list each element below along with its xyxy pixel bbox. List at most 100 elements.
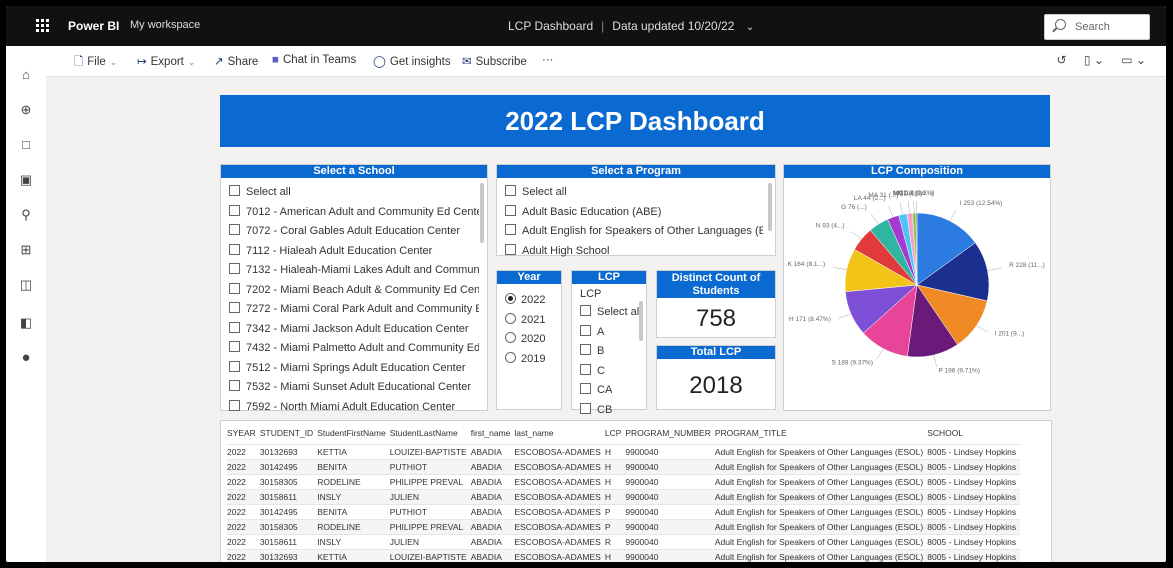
table-row[interactable]: 2022 30158611 INSLY JULIEN ABADIA ESCOBOSA-AD…	[227, 489, 1021, 505]
search-icon	[1055, 19, 1066, 30]
checkbox[interactable]	[229, 185, 240, 196]
report-header[interactable]: LCP Dashboard | Data updated 10/20/22 ⌄	[508, 19, 754, 33]
table-row[interactable]: 2022 30132693 KETTIA LOUIZEI-BAPTISTE ABADIA…	[227, 444, 1021, 460]
app-launcher-icon[interactable]	[36, 19, 50, 33]
subscribe-button[interactable]: ✉ Subscribe	[462, 54, 527, 68]
checkbox[interactable]	[505, 204, 516, 216]
app-name[interactable]: Power BI	[68, 19, 119, 33]
my-workspace-icon[interactable]: ●	[19, 350, 33, 365]
school-option[interactable]: 7432 - Miami Palmetto Adult and Communit…	[229, 341, 479, 354]
lcp-option[interactable]: CB	[580, 402, 612, 416]
school-option[interactable]: 7272 - Miami Coral Park Adult and Commun…	[229, 302, 479, 315]
checkbox[interactable]	[505, 243, 516, 255]
column-header[interactable]: first_name	[471, 425, 515, 445]
checkbox[interactable]	[580, 324, 591, 336]
program-option[interactable]: Adult High School	[505, 243, 763, 257]
datahub-icon[interactable]: ▣	[19, 173, 33, 187]
checkbox[interactable]	[505, 185, 516, 196]
program-option[interactable]: Select all	[505, 185, 763, 198]
create-icon[interactable]: ⊕	[19, 103, 33, 117]
radio-button[interactable]	[505, 332, 516, 343]
lcp-option[interactable]: B	[580, 344, 604, 357]
lcp-option[interactable]: Select all	[580, 305, 642, 318]
checkbox[interactable]	[229, 341, 240, 352]
radio-button[interactable]	[505, 293, 516, 304]
table-row[interactable]: 2022 30142495 BENITA PUTHIOT ABADIA ESCOBOSA-…	[227, 504, 1021, 520]
learn-icon[interactable]: ◫	[19, 278, 33, 292]
browse-icon[interactable]: □	[19, 138, 33, 152]
workspace-link[interactable]: My workspace	[130, 19, 200, 31]
year-option[interactable]: 2019	[505, 351, 545, 365]
get-insights-button[interactable]: ◯ Get insights	[373, 54, 451, 68]
search-input[interactable]: Search	[1044, 14, 1150, 40]
scrollbar[interactable]	[768, 183, 772, 231]
table-row[interactable]: 2022 30158611 INSLY JULIEN ABADIA ESCOBOSA-AD…	[227, 534, 1021, 550]
radio-button[interactable]	[505, 312, 516, 324]
table-cell: H	[604, 489, 626, 505]
year-option[interactable]: 2021	[505, 312, 545, 326]
export-menu-button[interactable]: ↦ Export ⌄	[137, 54, 195, 68]
metrics-icon[interactable]: ⚲	[19, 208, 33, 222]
radio-button[interactable]	[505, 351, 516, 363]
school-option[interactable]: Select all	[229, 185, 479, 198]
lcp-option[interactable]: C	[580, 363, 605, 377]
scrollbar[interactable]	[480, 183, 484, 243]
chat-in-teams-button[interactable]: ■ Chat in Teams	[272, 54, 356, 66]
view-icon[interactable]: ▭ ⌄	[1121, 53, 1146, 67]
apps-icon[interactable]: ⊞	[19, 243, 33, 257]
column-header[interactable]: StudentLastName	[390, 425, 471, 445]
table-row[interactable]: 2022 30132693 KETTIA LOUIZEI-BAPTISTE ABADIA…	[227, 549, 1021, 562]
school-option[interactable]: 7132 - Hialeah-Miami Lakes Adult and Com…	[229, 263, 479, 276]
home-icon[interactable]: ⌂	[19, 68, 33, 82]
checkbox[interactable]	[229, 380, 240, 391]
program-option[interactable]: Adult Basic Education (ABE)	[505, 204, 763, 218]
checkbox[interactable]	[580, 363, 591, 375]
bookmark-icon[interactable]: ▯ ⌄	[1084, 53, 1104, 67]
share-button[interactable]: ↗ Share	[214, 54, 258, 68]
more-options-button[interactable]: ···	[542, 54, 554, 66]
year-option[interactable]: 2020	[505, 332, 545, 345]
file-menu-button[interactable]: 🗋 File ⌄	[74, 54, 117, 73]
year-option[interactable]: 2022	[505, 293, 545, 306]
table-row[interactable]: 2022 30142495 BENITA PUTHIOT ABADIA ESCOBOSA-…	[227, 459, 1021, 475]
chevron-down-icon[interactable]: ⌄	[746, 22, 754, 33]
program-option[interactable]: Adult English for Speakers of Other Lang…	[505, 224, 763, 237]
checkbox[interactable]	[229, 282, 240, 294]
scrollbar[interactable]	[639, 301, 643, 341]
checkbox[interactable]	[229, 321, 240, 333]
school-option[interactable]: 7112 - Hialeah Adult Education Center	[229, 243, 479, 257]
checkbox[interactable]	[229, 224, 240, 235]
checkbox[interactable]	[580, 344, 591, 355]
checkbox[interactable]	[505, 224, 516, 235]
column-header[interactable]: last_name	[514, 425, 604, 445]
column-header[interactable]: STUDENT_ID	[260, 425, 317, 445]
column-header[interactable]: StudentFirstName	[317, 425, 390, 445]
column-header[interactable]: SCHOOL	[927, 425, 1020, 445]
school-option[interactable]: 7592 - North Miami Adult Education Cente…	[229, 399, 479, 413]
checkbox[interactable]	[229, 399, 240, 411]
table-row[interactable]: 2022 30158305 RODELINE PHILIPPE PREVAL ABADI…	[227, 519, 1021, 535]
school-option[interactable]: 7012 - American Adult and Community Ed C…	[229, 204, 479, 218]
school-option[interactable]: 7532 - Miami Sunset Adult Educational Ce…	[229, 380, 479, 393]
school-option[interactable]: 7342 - Miami Jackson Adult Education Cen…	[229, 321, 479, 335]
checkbox[interactable]	[229, 302, 240, 313]
table-row[interactable]: 2022 30158305 RODELINE PHILIPPE PREVAL ABADI…	[227, 474, 1021, 490]
school-option[interactable]: 7202 - Miami Beach Adult & Community Ed …	[229, 282, 479, 296]
lcp-option[interactable]: A	[580, 324, 604, 338]
lcp-option[interactable]: CA	[580, 383, 612, 396]
checkbox[interactable]	[229, 263, 240, 274]
checkbox[interactable]	[229, 204, 240, 216]
checkbox[interactable]	[229, 243, 240, 255]
school-option[interactable]: 7072 - Coral Gables Adult Education Cent…	[229, 224, 479, 237]
workspaces-icon[interactable]: ◧	[19, 316, 33, 330]
reset-icon[interactable]: ↺	[1057, 53, 1067, 67]
checkbox[interactable]	[580, 305, 591, 316]
column-header[interactable]: PROGRAM_TITLE	[715, 425, 927, 445]
checkbox[interactable]	[580, 402, 591, 414]
column-header[interactable]: SYEAR	[227, 425, 260, 445]
school-option[interactable]: 7512 - Miami Springs Adult Education Cen…	[229, 360, 479, 374]
column-header[interactable]: PROGRAM_NUMBER	[625, 425, 714, 445]
checkbox[interactable]	[580, 383, 591, 394]
checkbox[interactable]	[229, 360, 240, 372]
column-header[interactable]: LCP	[605, 425, 626, 445]
